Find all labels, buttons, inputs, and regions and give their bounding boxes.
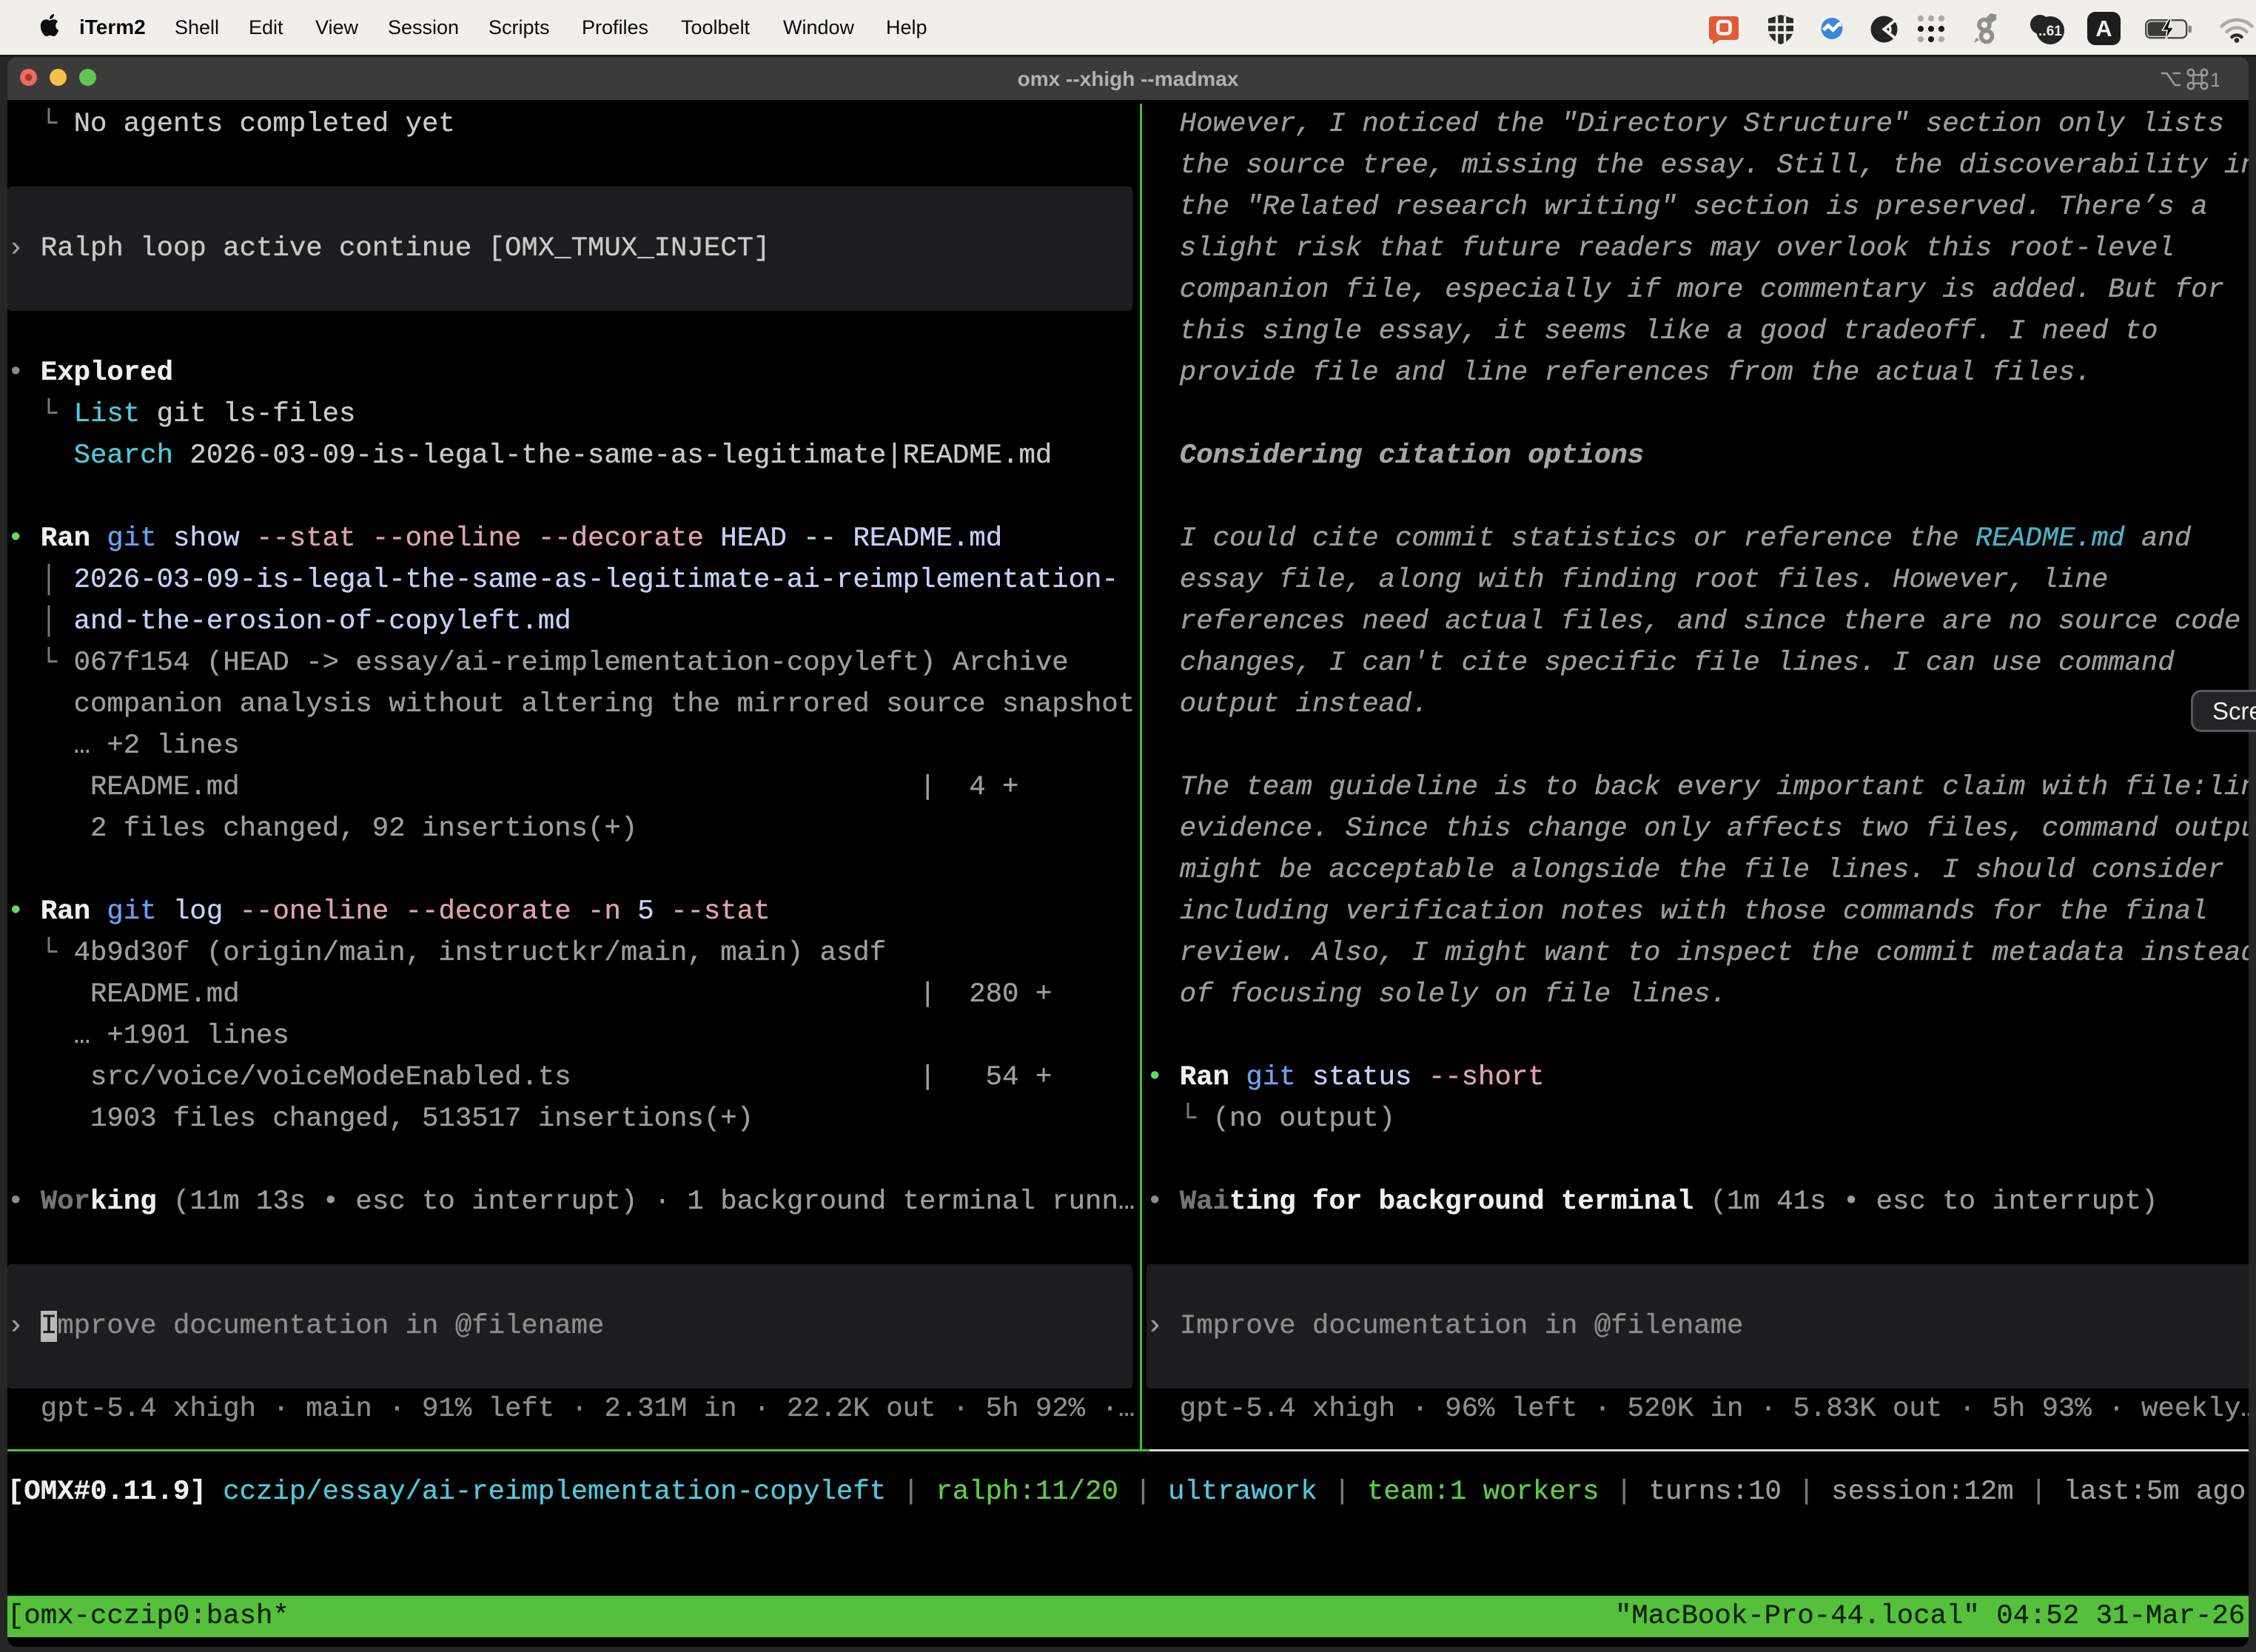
- svg-text:1: 1: [2210, 69, 2219, 90]
- svg-text:A: A: [2095, 16, 2112, 41]
- svg-text:..61: ..61: [2038, 24, 2062, 39]
